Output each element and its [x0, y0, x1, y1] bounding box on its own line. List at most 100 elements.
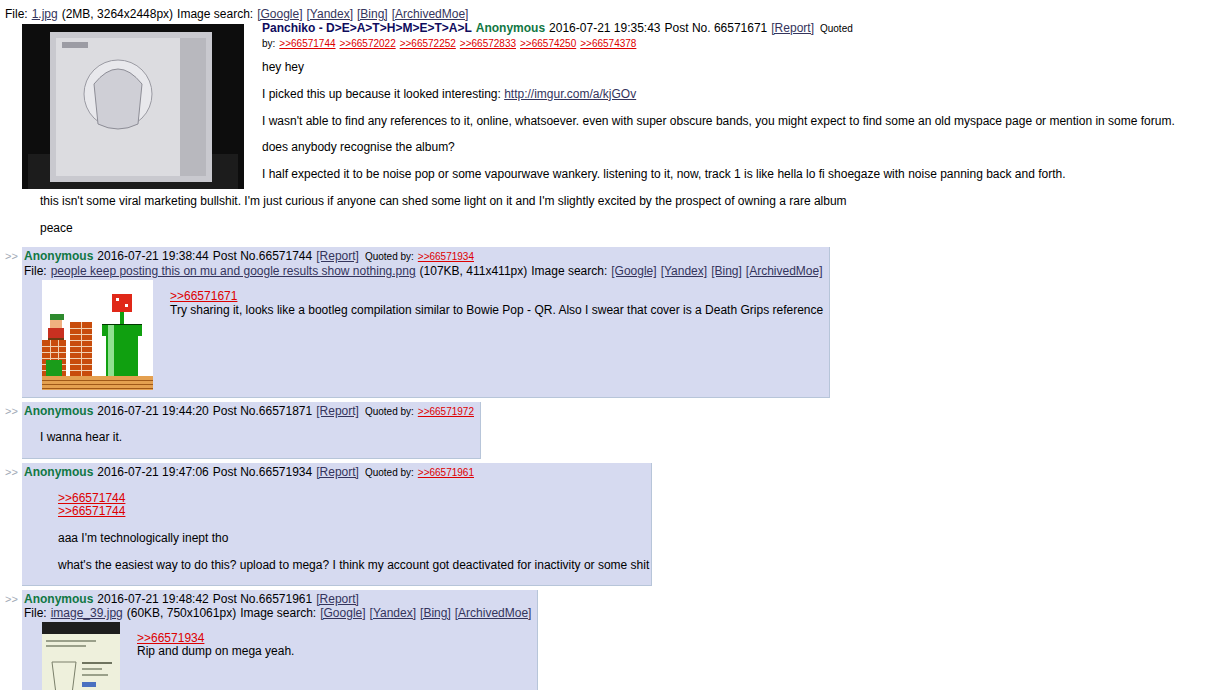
file-link[interactable]: people keep posting this on mu and googl… — [51, 264, 416, 278]
reply-row: >>Anonymous2016-07-21 19:44:20Post No.66… — [5, 402, 1212, 458]
poster-name: Anonymous — [24, 404, 93, 418]
poster-name: Anonymous — [24, 465, 93, 479]
image-search-link[interactable]: [Bing] — [420, 606, 451, 620]
quoted-by: Quoted by: >>66571961 — [365, 467, 478, 478]
reply-post: Anonymous 2016-07-21 19:44:20 Post No.6657… — [22, 402, 481, 458]
post-thumbnail[interactable] — [42, 622, 120, 690]
image-search-link[interactable]: [Yandex] — [370, 606, 416, 620]
image-search-link[interactable]: [Yandex] — [661, 264, 707, 278]
file-size: (107KB, 411x411px) — [420, 264, 528, 278]
image-search-link[interactable]: [Yandex] — [307, 7, 353, 21]
post-body: >>66571671Try sharing it, looks like a b… — [40, 290, 827, 317]
post-photo[interactable] — [22, 24, 244, 189]
backlink[interactable]: >>66572252 — [400, 38, 456, 49]
file-size: (2MB, 3264x2448px) — [62, 7, 173, 21]
backlink[interactable]: >>66574250 — [520, 38, 576, 49]
post-date: 2016-07-21 19:38:44 — [97, 249, 208, 263]
image-search-link[interactable]: [ArchivedMoe] — [746, 264, 823, 278]
post-text: I picked this up because it looked inter… — [262, 87, 504, 101]
post-line — [40, 208, 1212, 221]
post-line: aaa I'm technologically inept tho — [58, 532, 649, 545]
post-number[interactable]: Post No.66571934 — [213, 465, 312, 479]
reply-post: Anonymous 2016-07-21 19:47:06 Post No.6657… — [22, 463, 652, 586]
post-date: 2016-07-21 19:48:42 — [97, 592, 208, 606]
file-label: File: — [24, 264, 47, 278]
image-search-link[interactable]: [Google] — [257, 7, 302, 21]
post-line: >>66571671 — [40, 290, 827, 303]
post-line: what's the easiest way to do this? uploa… — [58, 559, 649, 572]
quoted-by-label: Quoted by: — [365, 467, 414, 478]
backlink[interactable]: >>66572022 — [340, 38, 396, 49]
backlink[interactable]: >>66572833 — [460, 38, 516, 49]
post-line — [58, 545, 649, 558]
post-text: peace — [40, 221, 73, 235]
quoted-by-label: Quoted by: — [365, 406, 414, 417]
file-size: (60KB, 750x1061px) — [127, 606, 236, 620]
post-line: I wanna hear it. — [40, 431, 478, 444]
post-text: aaa I'm technologically inept tho — [58, 531, 228, 545]
post-text: this isn't some viral marketing bullshit… — [40, 194, 847, 208]
post-date: 2016-07-21 19:35:43 — [549, 21, 660, 35]
backlink[interactable]: >>66574378 — [580, 38, 636, 49]
file-label: File: — [5, 7, 28, 21]
image-search-link[interactable]: [Google] — [611, 264, 656, 278]
post-header: Anonymous 2016-07-21 19:47:06 Post No.6657… — [24, 465, 649, 480]
post-line: Try sharing it, looks like a bootleg com… — [40, 304, 827, 317]
report-link[interactable]: [Report] — [771, 21, 814, 35]
post-header: Anonymous2016-07-21 19:38:44Post No.6657… — [24, 249, 827, 264]
backlink[interactable]: >>66571934 — [418, 251, 474, 262]
post-number[interactable]: Post No.66571871 — [213, 404, 312, 418]
quoted-by: Quoted by: >>66571972 — [365, 406, 478, 417]
post-number[interactable]: Post No.66571961 — [213, 592, 312, 606]
backlink[interactable]: >>66571961 — [418, 467, 474, 478]
post-thumbnail[interactable] — [42, 280, 153, 390]
backlink[interactable]: >>66571972 — [418, 406, 474, 417]
original-post: Panchiko - D>E>A>T>H>M>E>T>A>LAnonymous2… — [5, 21, 1212, 235]
image-search-link[interactable]: [Bing] — [357, 7, 388, 21]
post-text: I wanna hear it. — [40, 430, 122, 444]
reply-row: >>Anonymous2016-07-21 19:48:42Post No.66… — [5, 590, 1212, 690]
post-subject: Panchiko - D>E>A>T>H>M>E>T>A>L — [262, 21, 472, 35]
post-link[interactable]: http://imgur.com/a/kjGOv — [504, 87, 636, 101]
post-number[interactable]: Post No.66571744 — [213, 249, 312, 263]
image-search-label: Image search: — [240, 606, 316, 620]
post-header: Anonymous2016-07-21 19:48:42Post No.6657… — [24, 592, 535, 606]
post-text: what's the easiest way to do this? uploa… — [58, 558, 649, 572]
image-search-link[interactable]: [ArchivedMoe] — [392, 7, 469, 21]
post-line: >>66571744 — [58, 492, 649, 505]
quoted-by-label: Quoted by: — [365, 251, 414, 262]
quoted-by: Quoted by: >>66571934 — [365, 251, 478, 262]
post-line — [58, 518, 649, 531]
quote-link[interactable]: >>66571671 — [170, 289, 237, 303]
post-text: Try sharing it, looks like a bootleg com… — [170, 303, 823, 317]
reply-marker: >> — [5, 463, 22, 586]
post-number[interactable]: Post No. 66571671 — [665, 21, 768, 35]
image-search-link[interactable]: [ArchivedMoe] — [455, 606, 532, 620]
report-link[interactable]: [Report] — [316, 404, 359, 418]
report-link[interactable]: [Report] — [316, 465, 359, 479]
quote-link[interactable]: >>66571744 — [58, 504, 125, 518]
reply-row: >>Anonymous 2016-07-21 19:47:06 Post No.66… — [5, 463, 1212, 586]
thread-page: File: 1.jpg (2MB, 3264x2448px) Image search… — [0, 0, 1212, 690]
quote-link[interactable]: >>66571934 — [137, 631, 204, 645]
image-search-link[interactable]: [Bing] — [711, 264, 742, 278]
backlink[interactable]: >>66571744 — [279, 38, 335, 49]
post-line: peace — [40, 222, 1212, 235]
image-search-label: Image search: — [531, 264, 607, 278]
reply-list: >>Anonymous2016-07-21 19:38:44Post No.66… — [5, 247, 1212, 690]
reply-marker: >> — [5, 247, 22, 398]
file-link[interactable]: 1.jpg — [32, 7, 58, 21]
image-search-link[interactable]: [Google] — [320, 606, 365, 620]
reply-post: Anonymous2016-07-21 19:48:42Post No.6657… — [22, 590, 538, 690]
post-line: this isn't some viral marketing bullshit… — [40, 195, 1212, 208]
file-info: File: people keep posting this on mu and … — [24, 264, 827, 278]
file-link[interactable]: image_39.jpg — [51, 606, 123, 620]
report-link[interactable]: [Report] — [316, 249, 359, 263]
file-info: File:image_39.jpg(60KB, 750x1061px)Image… — [24, 606, 535, 620]
post-date: 2016-07-21 19:44:20 — [97, 404, 208, 418]
report-link[interactable]: [Report] — [316, 592, 359, 606]
post-date: 2016-07-21 19:47:06 — [97, 465, 208, 479]
quote-link[interactable]: >>66571744 — [58, 491, 125, 505]
post-text: I half expected it to be noise pop or so… — [262, 167, 1066, 181]
post-body: I wanna hear it. — [40, 431, 478, 444]
